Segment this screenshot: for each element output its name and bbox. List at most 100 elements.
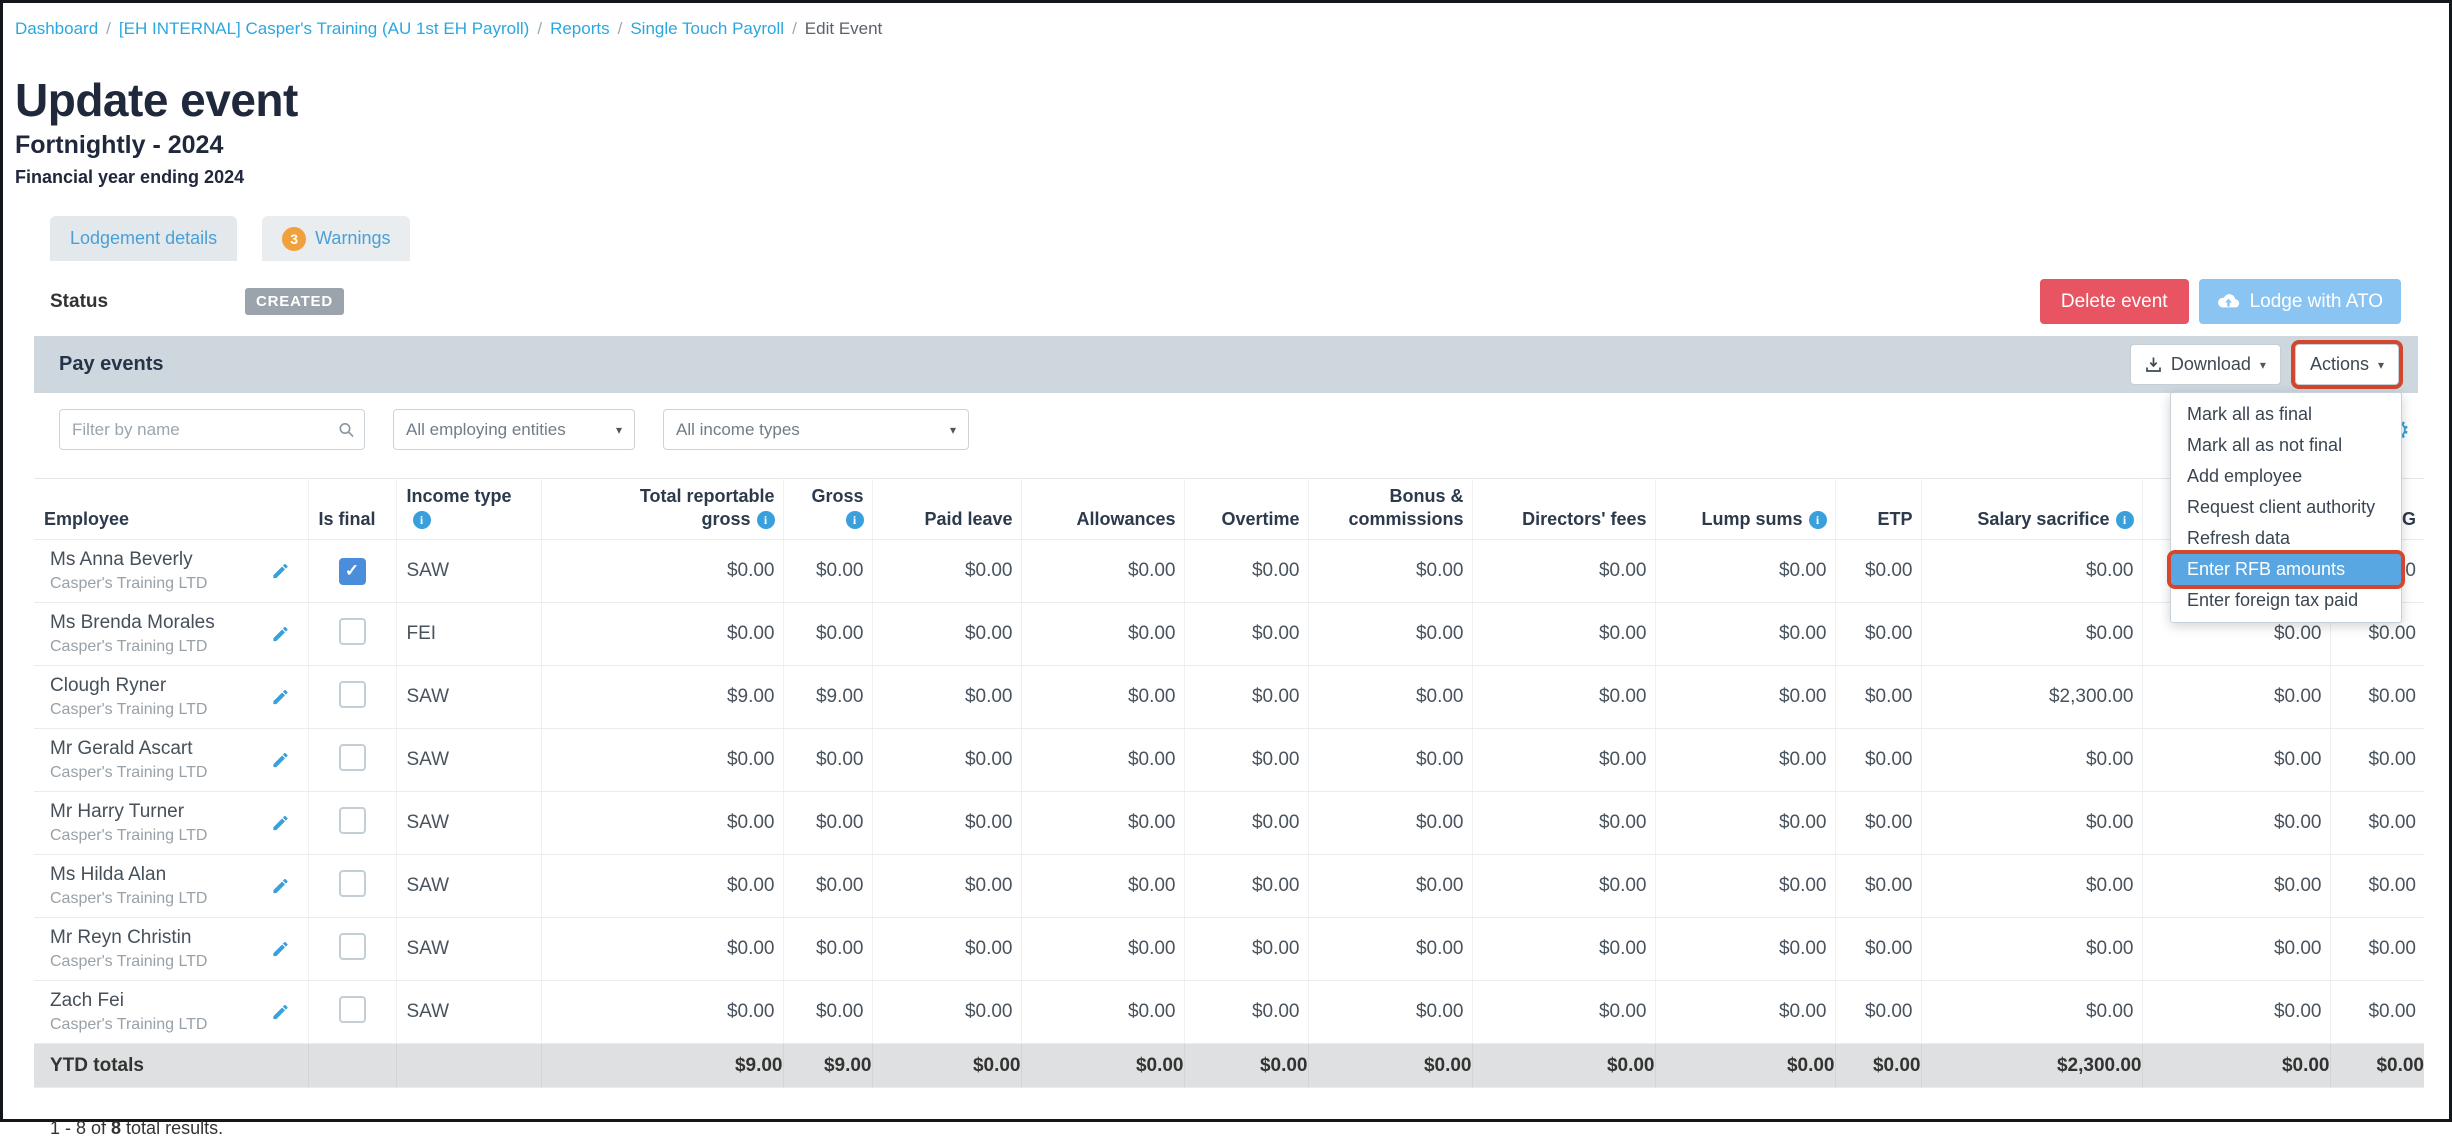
lodge-with-ato-button[interactable]: Lodge with ATO xyxy=(2199,279,2401,324)
amount-cell: $0.00 xyxy=(1021,729,1184,792)
employing-entities-select[interactable]: All employing entities ▾ xyxy=(393,409,635,450)
amount-cell: $2,300.00 xyxy=(1921,666,2142,729)
breadcrumb-item-dashboard[interactable]: Dashboard xyxy=(15,19,98,38)
info-icon[interactable]: i xyxy=(2116,511,2134,529)
page-subtitle: Fortnightly - 2024 xyxy=(15,131,2449,160)
amount-cell: $0.00 xyxy=(1472,729,1655,792)
menu-item-request-client-authority[interactable]: Request client authority xyxy=(2171,492,2401,523)
amount-cell: $0.00 xyxy=(1184,729,1308,792)
table-row: Clough RynerCasper's Training LTDSAW$9.0… xyxy=(34,666,2424,729)
amount-cell: $0.00 xyxy=(1184,666,1308,729)
is-final-checkbox[interactable] xyxy=(339,996,366,1023)
delete-event-button[interactable]: Delete event xyxy=(2040,279,2189,324)
amount-cell: $0.00 xyxy=(1835,666,1921,729)
is-final-checkbox[interactable] xyxy=(339,681,366,708)
column-header-label: Paid leave xyxy=(924,509,1012,529)
results-count: 8 xyxy=(111,1118,121,1138)
amount-cell: $0.00 xyxy=(541,855,783,918)
employee-name: Ms Hilda Alan xyxy=(50,864,258,886)
caret-down-icon: ▾ xyxy=(950,423,956,437)
employee-name: Zach Fei xyxy=(50,990,258,1012)
menu-item-enter-foreign-tax-paid[interactable]: Enter foreign tax paid xyxy=(2171,585,2401,616)
column-header-label: Bonus & commissions xyxy=(1348,486,1463,529)
amount-cell: $0.00 xyxy=(1655,666,1835,729)
edit-pencil-icon[interactable] xyxy=(271,688,290,707)
info-icon[interactable]: i xyxy=(846,511,864,529)
results-suffix: total results. xyxy=(121,1118,223,1138)
column-header-etp: ETP xyxy=(1835,479,1921,540)
is-final-checkbox[interactable] xyxy=(339,618,366,645)
is-final-checkbox[interactable] xyxy=(339,933,366,960)
amount-cell: $0.00 xyxy=(2142,981,2330,1044)
amount-cell: $0.00 xyxy=(783,540,872,603)
menu-item-mark-all-as-final[interactable]: Mark all as final xyxy=(2171,399,2401,430)
is-final-checkbox[interactable] xyxy=(339,744,366,771)
amount-cell: $0.00 xyxy=(1655,918,1835,981)
breadcrumb-item-eh-internal-casper-s-training-au-1st-eh-payroll[interactable]: [EH INTERNAL] Casper's Training (AU 1st … xyxy=(119,19,529,38)
amount-cell: $0.00 xyxy=(1655,603,1835,666)
amount-cell: $0.00 xyxy=(2142,729,2330,792)
ytd-amount-cell: $0.00 xyxy=(1835,1044,1921,1088)
pay-events-panel: Pay events Download ▾ Actions ▾ xyxy=(34,336,2418,1088)
actions-button[interactable]: Actions ▾ xyxy=(2295,344,2399,385)
menu-item-mark-all-as-not-final[interactable]: Mark all as not final xyxy=(2171,430,2401,461)
edit-pencil-icon[interactable] xyxy=(271,562,290,581)
name-filter-input[interactable] xyxy=(59,409,365,450)
column-header-label: Directors' fees xyxy=(1522,509,1646,529)
edit-pencil-icon[interactable] xyxy=(271,814,290,833)
employee-name: Clough Ryner xyxy=(50,675,258,697)
column-header-total-reportable-gross: Total reportable grossi xyxy=(541,479,783,540)
edit-pencil-icon[interactable] xyxy=(271,940,290,959)
income-types-select[interactable]: All income types ▾ xyxy=(663,409,969,450)
amount-cell: $9.00 xyxy=(541,666,783,729)
ytd-amount-cell: $0.00 xyxy=(2142,1044,2330,1088)
amount-cell: $0.00 xyxy=(1655,855,1835,918)
amount-cell: $9.00 xyxy=(783,666,872,729)
is-final-checkbox[interactable] xyxy=(339,870,366,897)
tab-warnings[interactable]: 3Warnings xyxy=(262,216,410,261)
edit-pencil-icon[interactable] xyxy=(271,877,290,896)
employee-name: Mr Reyn Christin xyxy=(50,927,258,949)
info-icon[interactable]: i xyxy=(413,511,431,529)
download-button[interactable]: Download ▾ xyxy=(2130,344,2281,385)
is-final-checkbox[interactable] xyxy=(339,807,366,834)
amount-cell: $0.00 xyxy=(1835,729,1921,792)
table-row: Zach FeiCasper's Training LTDSAW$0.00$0.… xyxy=(34,981,2424,1044)
warnings-count-badge: 3 xyxy=(282,227,306,251)
edit-pencil-icon[interactable] xyxy=(271,1003,290,1022)
filter-row: All employing entities ▾ All income type… xyxy=(34,393,2418,478)
breadcrumb-item-single-touch-payroll[interactable]: Single Touch Payroll xyxy=(630,19,784,38)
amount-cell: $0.00 xyxy=(1472,666,1655,729)
amount-cell: $0.00 xyxy=(783,792,872,855)
info-icon[interactable]: i xyxy=(1809,511,1827,529)
income-type-cell: SAW xyxy=(396,666,541,729)
is-final-checkbox[interactable]: ✓ xyxy=(339,558,366,585)
ytd-amount-cell: $0.00 xyxy=(1184,1044,1308,1088)
is-final-cell xyxy=(308,981,396,1044)
column-header-lump-sums: Lump sums i xyxy=(1655,479,1835,540)
amount-cell: $0.00 xyxy=(1921,792,2142,855)
column-header-label: Allowances xyxy=(1076,509,1175,529)
info-icon[interactable]: i xyxy=(757,511,775,529)
amount-cell: $0.00 xyxy=(1184,981,1308,1044)
amount-cell: $0.00 xyxy=(2330,792,2424,855)
employee-company: Casper's Training LTD xyxy=(50,764,258,782)
amount-cell: $0.00 xyxy=(1655,540,1835,603)
column-header-label: Lump sums xyxy=(1701,509,1802,529)
column-header-label: Is final xyxy=(319,509,376,529)
menu-item-enter-rfb-amounts[interactable]: Enter RFB amounts xyxy=(2171,554,2401,585)
table-row: Mr Harry TurnerCasper's Training LTDSAW$… xyxy=(34,792,2424,855)
amount-cell: $0.00 xyxy=(1021,603,1184,666)
income-type-cell: SAW xyxy=(396,540,541,603)
amount-cell: $0.00 xyxy=(1835,792,1921,855)
income-type-cell: SAW xyxy=(396,792,541,855)
breadcrumb-item-reports[interactable]: Reports xyxy=(550,19,610,38)
tab-lodgement-details[interactable]: Lodgement details xyxy=(50,216,237,261)
edit-pencil-icon[interactable] xyxy=(271,625,290,644)
menu-item-refresh-data[interactable]: Refresh data xyxy=(2171,523,2401,554)
panel-header-actions: Download ▾ Actions ▾ Mark all as finalMa… xyxy=(2130,344,2399,385)
amount-cell: $0.00 xyxy=(1021,855,1184,918)
edit-pencil-icon[interactable] xyxy=(271,751,290,770)
menu-item-add-employee[interactable]: Add employee xyxy=(2171,461,2401,492)
pay-events-table: EmployeeIs finalIncome typeiTotal report… xyxy=(34,478,2424,1088)
